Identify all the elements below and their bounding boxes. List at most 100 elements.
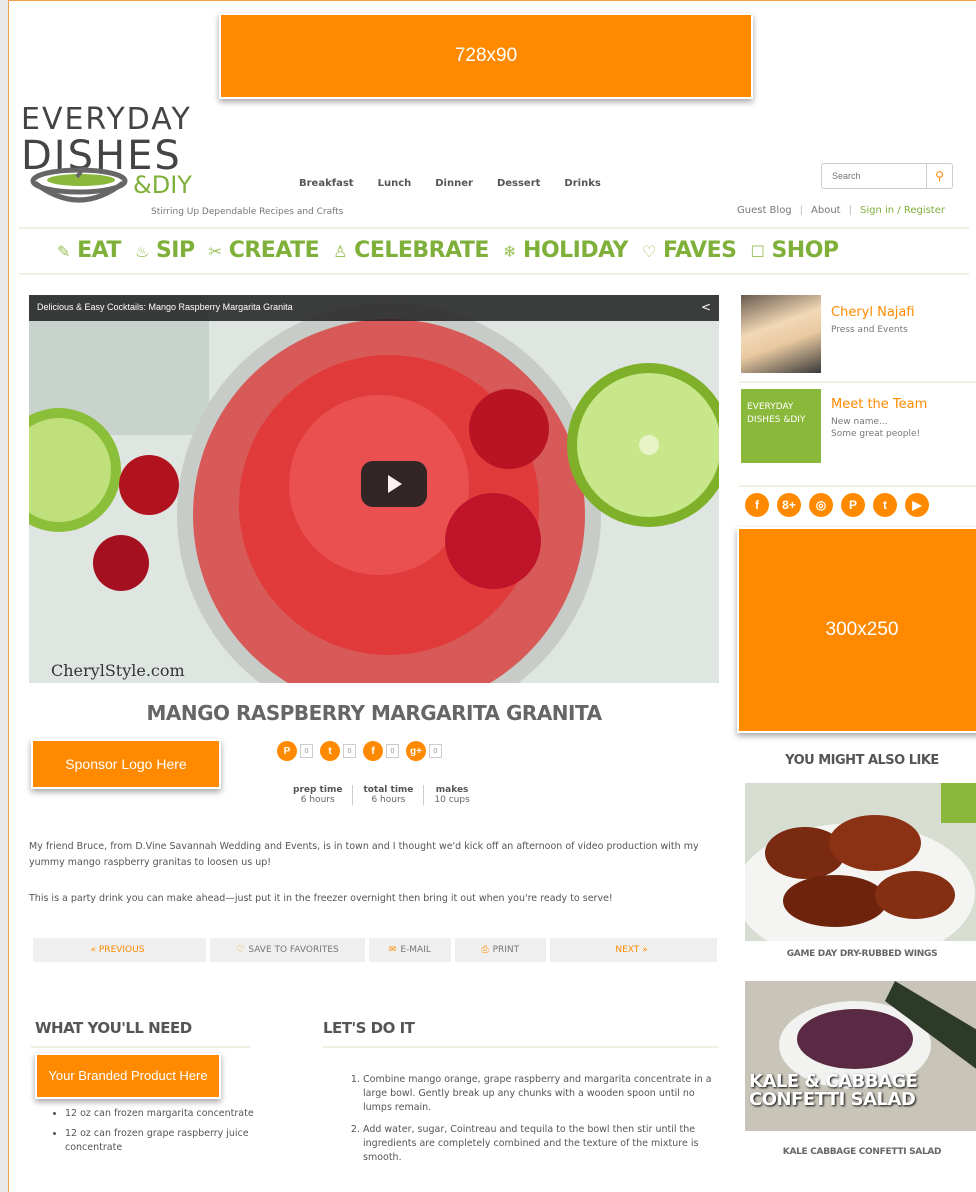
branded-product-ad[interactable]: Your Branded Product Here — [35, 1053, 221, 1099]
google-plus-icon[interactable]: 8+ — [777, 493, 801, 517]
ingredients-list: 12 oz can frozen margarita concentrate 1… — [51, 1107, 261, 1161]
profile-subtitle: Press and Events — [831, 325, 908, 335]
search-button[interactable]: ⚲ — [926, 164, 952, 188]
profile-cheryl[interactable]: Cheryl Najafi Press and Events — [739, 295, 976, 383]
about-link[interactable]: About — [811, 205, 841, 216]
top-nav: Breakfast Lunch Dinner Dessert Drinks — [299, 178, 601, 189]
logo-line1: EVERYDAY — [21, 102, 192, 137]
meta-makes: makes 10 cups — [423, 785, 479, 805]
scissors-icon: ✂ — [208, 242, 222, 261]
recipe-title: MANGO RASPBERRY MARGARITA GRANITA — [146, 701, 602, 725]
heart-icon: ♡ — [236, 945, 245, 955]
wings-thumbnail[interactable] — [745, 783, 976, 941]
meta-prep: prep time 6 hours — [293, 785, 343, 805]
steps-heading: LET'S DO IT — [323, 1019, 415, 1037]
sponsor-ad[interactable]: Sponsor Logo Here — [31, 739, 221, 789]
print-button[interactable]: ⎙ PRINT — [454, 938, 547, 962]
save-favorites-button[interactable]: ♡ SAVE TO FAVORITES — [209, 938, 366, 962]
share-buttons: P 0 t 0 f 0 g+ 0 — [277, 741, 446, 761]
next-button[interactable]: NEXT » — [550, 938, 718, 962]
youtube-icon[interactable]: ▶ — [905, 493, 929, 517]
twitter-icon[interactable]: t — [873, 493, 897, 517]
profile-team[interactable]: EVERYDAY DISHES &DIY Meet the Team New n… — [739, 383, 976, 487]
logo-tagline: Stirring Up Dependable Recipes and Craft… — [151, 207, 344, 217]
pinterest-count: 0 — [300, 744, 313, 758]
list-item: 12 oz can frozen grape raspberry juice c… — [65, 1127, 261, 1155]
guest-blog-link[interactable]: Guest Blog — [737, 205, 792, 216]
avatar — [741, 295, 821, 373]
cat-holiday[interactable]: ❄ HOLIDAY — [502, 238, 629, 263]
recipe-meta: prep time 6 hours total time 6 hours makes… — [283, 785, 480, 805]
video-player[interactable]: Delicious & Easy Cocktails: Mango Raspbe… — [29, 295, 719, 683]
envelope-icon: ✉ — [388, 945, 397, 955]
header-divider — [19, 227, 969, 229]
list-item: 12 oz can frozen margarita concentrate — [65, 1107, 261, 1121]
also-like-heading: YOU MIGHT ALSO LIKE — [785, 753, 939, 768]
share-icon[interactable]: < — [701, 300, 711, 314]
intro-paragraph-2: This is a party drink you can make ahead… — [29, 893, 613, 904]
nav-divider — [19, 273, 969, 275]
facebook-icon[interactable]: f — [363, 741, 383, 761]
needs-heading: WHAT YOU'LL NEED — [35, 1019, 192, 1037]
pinterest-icon[interactable]: P — [277, 741, 297, 761]
cat-create[interactable]: ✂ CREATE — [209, 238, 320, 263]
kale-overlay-text: KALE & CABBAGE CONFETTI SALAD — [749, 1071, 918, 1110]
instagram-icon[interactable]: ◎ — [809, 493, 833, 517]
search-input[interactable] — [822, 171, 922, 181]
previous-button[interactable]: « PREVIOUS — [33, 938, 206, 962]
utility-nav: Guest Blog | About | Sign in / Register — [737, 205, 945, 216]
search-box: ⚲ — [821, 163, 953, 189]
glass-icon: ♨ — [134, 242, 149, 261]
social-links: f 8+ ◎ P t ▶ — [745, 493, 929, 517]
kale-thumbnail[interactable]: KALE & CABBAGE CONFETTI SALAD — [745, 981, 976, 1131]
google-plus-icon[interactable]: g+ — [406, 741, 426, 761]
nav-drinks[interactable]: Drinks — [564, 178, 600, 189]
twitter-count: 0 — [343, 744, 356, 758]
sidebar-profiles: Cheryl Najafi Press and Events EVERYDAY … — [739, 295, 976, 487]
nav-dinner[interactable]: Dinner — [435, 178, 473, 189]
video-title-bar: Delicious & Easy Cocktails: Mango Raspbe… — [29, 295, 719, 321]
bag-icon: ☐ — [750, 242, 765, 261]
separator: | — [848, 205, 852, 216]
box-ad[interactable]: 300x250 — [737, 527, 976, 733]
intro-paragraph: My friend Bruce, from D.Vine Savannah We… — [29, 841, 699, 868]
wings-image — [745, 783, 976, 941]
video-title: Delicious & Easy Cocktails: Mango Raspbe… — [37, 302, 293, 312]
printer-icon: ⎙ — [481, 945, 489, 955]
site-logo[interactable]: EVERYDAY DISHES &DIY Stirring Up Dependa… — [21, 102, 361, 218]
steps-divider — [323, 1046, 719, 1048]
spatula-icon: ✎ — [57, 242, 70, 261]
team-name: Meet the Team — [831, 397, 928, 412]
list-item: Combine mango orange, grape raspberry an… — [363, 1073, 717, 1115]
nav-breakfast[interactable]: Breakfast — [299, 178, 354, 189]
kale-caption[interactable]: KALE CABBAGE CONFETTI SALAD — [745, 1147, 976, 1157]
cat-shop[interactable]: ☐ SHOP — [750, 238, 839, 263]
bottle-icon: ♙ — [333, 242, 347, 261]
play-button[interactable] — [361, 461, 427, 507]
sign-in-link[interactable]: Sign in / Register — [860, 205, 945, 216]
nav-lunch[interactable]: Lunch — [378, 178, 412, 189]
team-subtitle-1: New name... — [831, 417, 888, 427]
needs-divider — [31, 1046, 251, 1048]
facebook-icon[interactable]: f — [745, 493, 769, 517]
cat-eat[interactable]: ✎ EAT — [57, 238, 121, 263]
gift-icon: ❄ — [502, 242, 516, 261]
heart-icon: ♡ — [641, 242, 656, 261]
team-subtitle-2: Some great people! — [831, 429, 921, 439]
page: 728x90 EVERYDAY DISHES &DIY Stirring Up … — [8, 0, 976, 1192]
list-item: Add water, sugar, Cointreau and tequila … — [363, 1123, 717, 1165]
cat-faves[interactable]: ♡ FAVES — [641, 238, 737, 263]
cat-sip[interactable]: ♨ SIP — [135, 238, 195, 263]
cat-celebrate[interactable]: ♙ CELEBRATE — [333, 238, 489, 263]
nav-dessert[interactable]: Dessert — [497, 178, 540, 189]
bowl-icon — [30, 167, 128, 203]
team-logo: EVERYDAY DISHES &DIY — [741, 389, 821, 463]
pinterest-icon[interactable]: P — [841, 493, 865, 517]
wings-caption[interactable]: GAME DAY DRY-RUBBED WINGS — [745, 949, 976, 959]
leaderboard-ad[interactable]: 728x90 — [219, 13, 753, 99]
twitter-icon[interactable]: t — [320, 741, 340, 761]
logo-line3: &DIY — [133, 171, 192, 199]
video-watermark: CherylStyle.com — [51, 661, 185, 680]
email-button[interactable]: ✉ E-MAIL — [369, 938, 451, 962]
steps-list: Combine mango orange, grape raspberry an… — [347, 1073, 717, 1173]
